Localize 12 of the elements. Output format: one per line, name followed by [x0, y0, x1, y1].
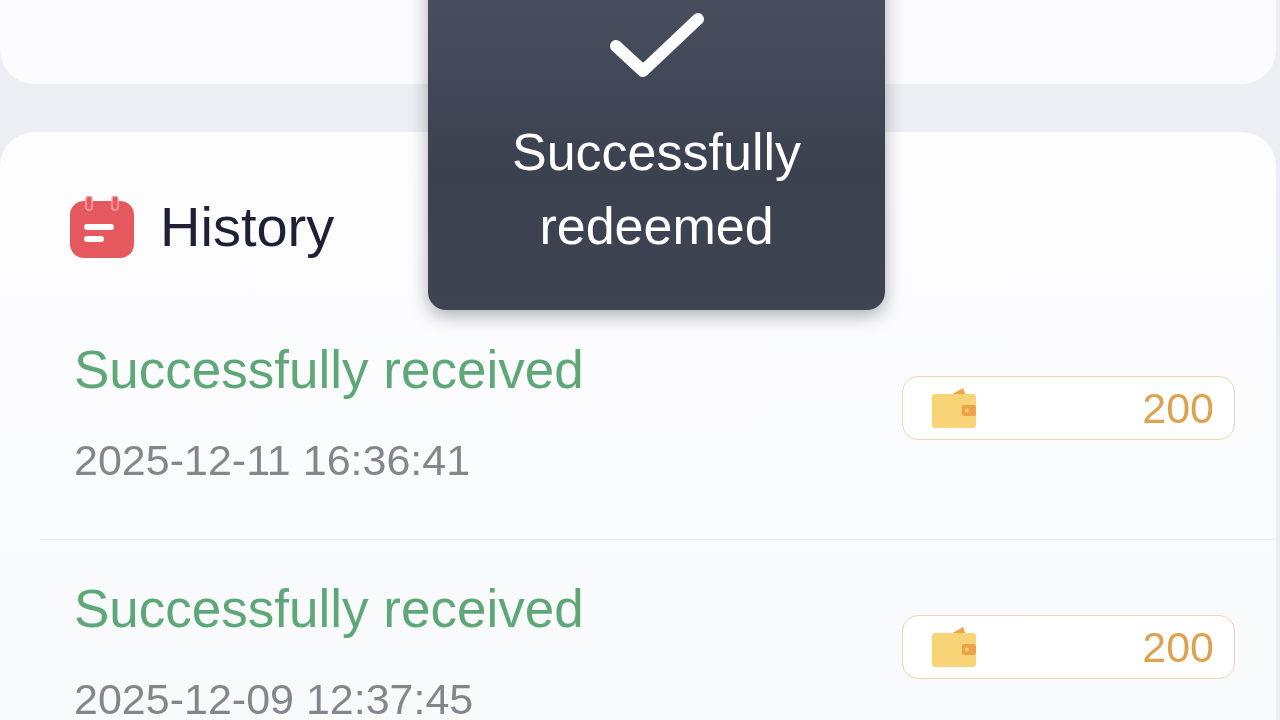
check-icon	[608, 12, 705, 78]
section-title: History	[160, 196, 335, 258]
record-status: Successfully received	[74, 578, 584, 640]
toast-message: Successfully redeemed	[511, 122, 802, 257]
wallet-icon	[932, 627, 976, 667]
record-time: 2025-12-11 16:36:41	[74, 435, 471, 486]
record-time: 2025-12-09 12:37:45	[74, 674, 474, 720]
calendar-icon	[70, 196, 134, 258]
wallet-icon	[932, 388, 976, 428]
amount-value: 200	[1142, 386, 1214, 430]
amount-value: 200	[1142, 625, 1214, 669]
record-status: Successfully received	[74, 339, 584, 401]
